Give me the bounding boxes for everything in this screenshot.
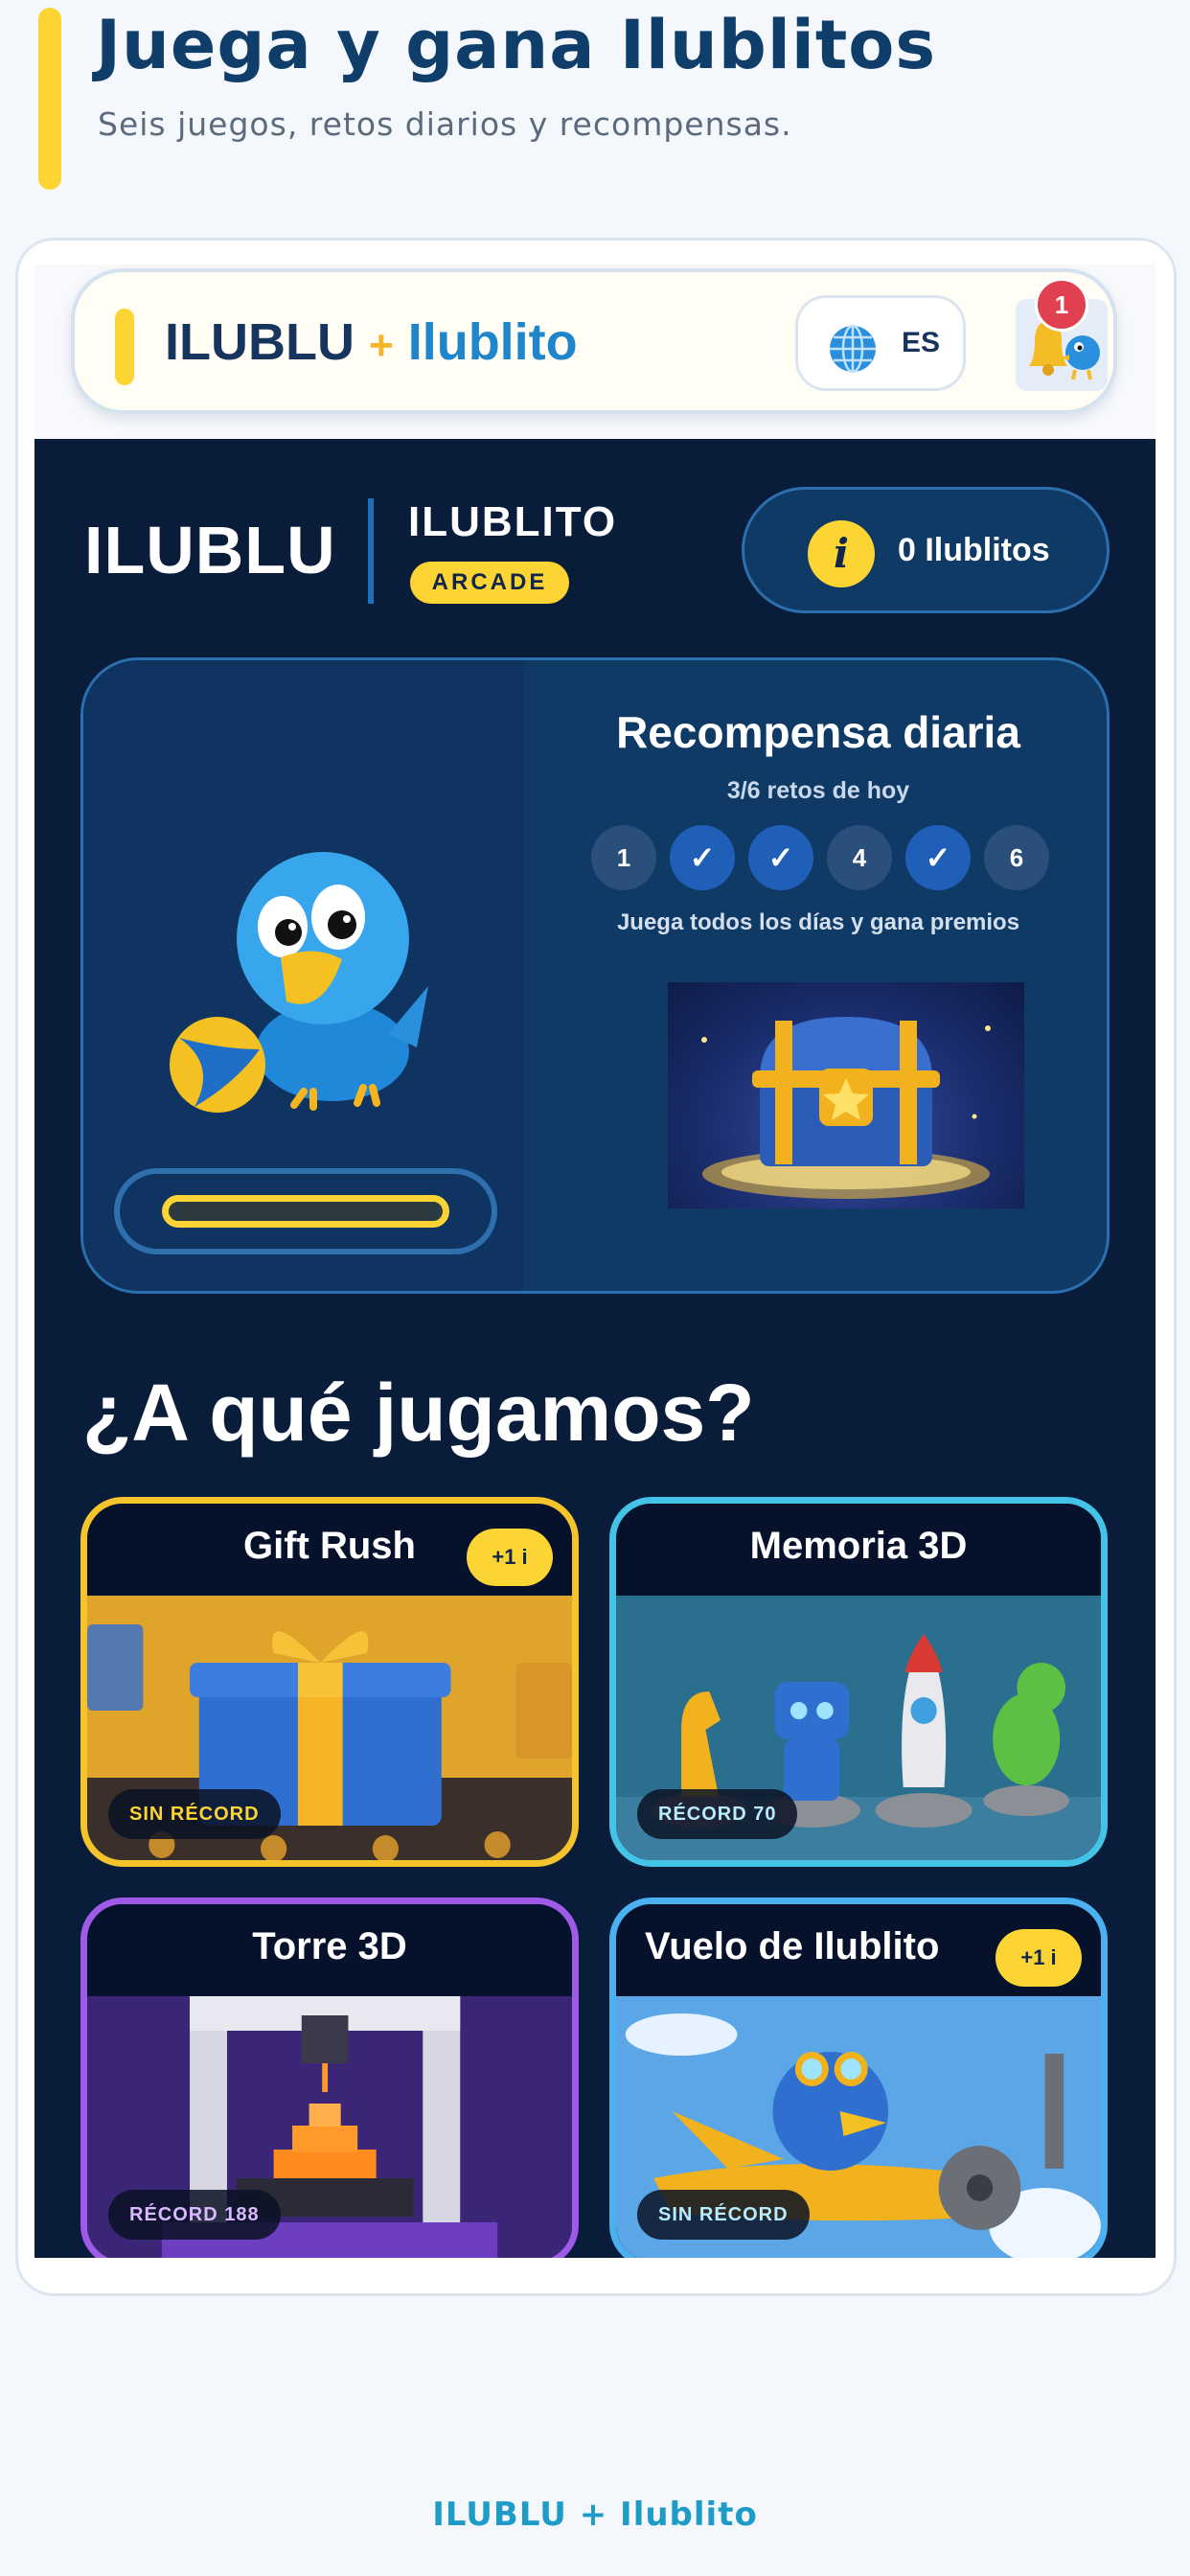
reward-steps: 1 ✓ ✓ 4 ✓ 6 [591, 825, 1049, 890]
reward-step-2: ✓ [670, 825, 735, 890]
daily-reward-card: Recompensa diaria 3/6 retos de hoy 1 ✓ ✓ 4 ✓… [80, 657, 1110, 1294]
mascot-bird-icon [170, 852, 428, 1113]
footer-brand: ILUBLU + Ilublito [432, 2496, 758, 2534]
page-subtitle: Seis juegos, retos diarios y recompensas… [98, 105, 792, 143]
reward-count: 3/6 retos de hoy [726, 777, 910, 804]
reward-step-4: 4 [827, 825, 892, 890]
game-reward-chip: +1 i [995, 1929, 1082, 1987]
brand-logo[interactable]: ILUBLU + Ilublito [165, 312, 578, 372]
game-card-gift-rush[interactable]: Gift Rush +1 i SIN RÉCORD [80, 1497, 579, 1867]
page-title: Juega y gana Ilublitos [96, 6, 937, 84]
arcade-tag: ARCADE [410, 562, 569, 604]
notification-badge: 1 [1035, 278, 1088, 332]
treasure-chest-icon[interactable] [668, 982, 1024, 1208]
globe-icon [830, 324, 876, 374]
brand-pill: ILUBLU + Ilublito ES [71, 268, 1117, 414]
brand-main: ILUBLU [165, 313, 355, 371]
language-code: ES [902, 327, 941, 358]
brand-plus: + [368, 322, 394, 369]
reward-step-5: ✓ [905, 825, 971, 890]
card-header: Memoria 3D [616, 1504, 1101, 1596]
card-title: Vuelo de Ilublito [645, 1925, 940, 1967]
games-section-title: ¿A qué jugamos? [82, 1368, 755, 1458]
card-title: Memoria 3D [749, 1525, 968, 1567]
arcade-sublogo: ILUBLITO [408, 498, 618, 545]
reward-step-6: 6 [984, 825, 1049, 890]
header-accent-bar [38, 8, 61, 190]
logo-divider [368, 498, 374, 604]
coin-icon: i [808, 520, 875, 587]
reward-hint: Juega todos los días y gana premios [616, 909, 1020, 935]
game-card-torre-3d[interactable]: Torre 3D RÉCORD 188 [80, 1898, 579, 2258]
record-badge: SIN RÉCORD [637, 2190, 810, 2240]
game-card-vuelo-de-ilublito[interactable]: Vuelo de Ilublito +1 i SIN RÉCORD [609, 1898, 1108, 2258]
app-screen: ILUBLU + Ilublito ES 1 ILUBLU ILUBLITO A… [34, 264, 1156, 2258]
arcade-logo: ILUBLU [84, 513, 336, 587]
top-bar: ILUBLU + Ilublito ES 1 [34, 264, 1156, 439]
brand-second: Ilublito [407, 313, 578, 371]
record-badge: SIN RÉCORD [108, 1789, 281, 1839]
reward-mascot-panel [83, 660, 524, 1291]
record-badge: RÉCORD 188 [108, 2190, 281, 2240]
record-badge: RÉCORD 70 [637, 1789, 798, 1839]
card-header: Torre 3D [87, 1904, 572, 1996]
coins-label: 0 Ilublitos [898, 532, 1050, 568]
brand-accent-mark [115, 309, 134, 385]
reward-step-1: 1 [591, 825, 656, 890]
language-button[interactable]: ES [795, 295, 966, 391]
reward-progress-bar [114, 1168, 497, 1254]
game-reward-chip: +1 i [467, 1529, 553, 1586]
reward-title: Recompensa diaria [616, 707, 1020, 757]
progress-track [162, 1195, 449, 1228]
reward-step-3: ✓ [748, 825, 813, 890]
game-card-memoria-3d[interactable]: Memoria 3D RÉCORD 70 [609, 1497, 1108, 1867]
coins-balance[interactable]: i 0 Ilublitos [742, 487, 1110, 613]
card-title: Torre 3D [252, 1925, 407, 1967]
